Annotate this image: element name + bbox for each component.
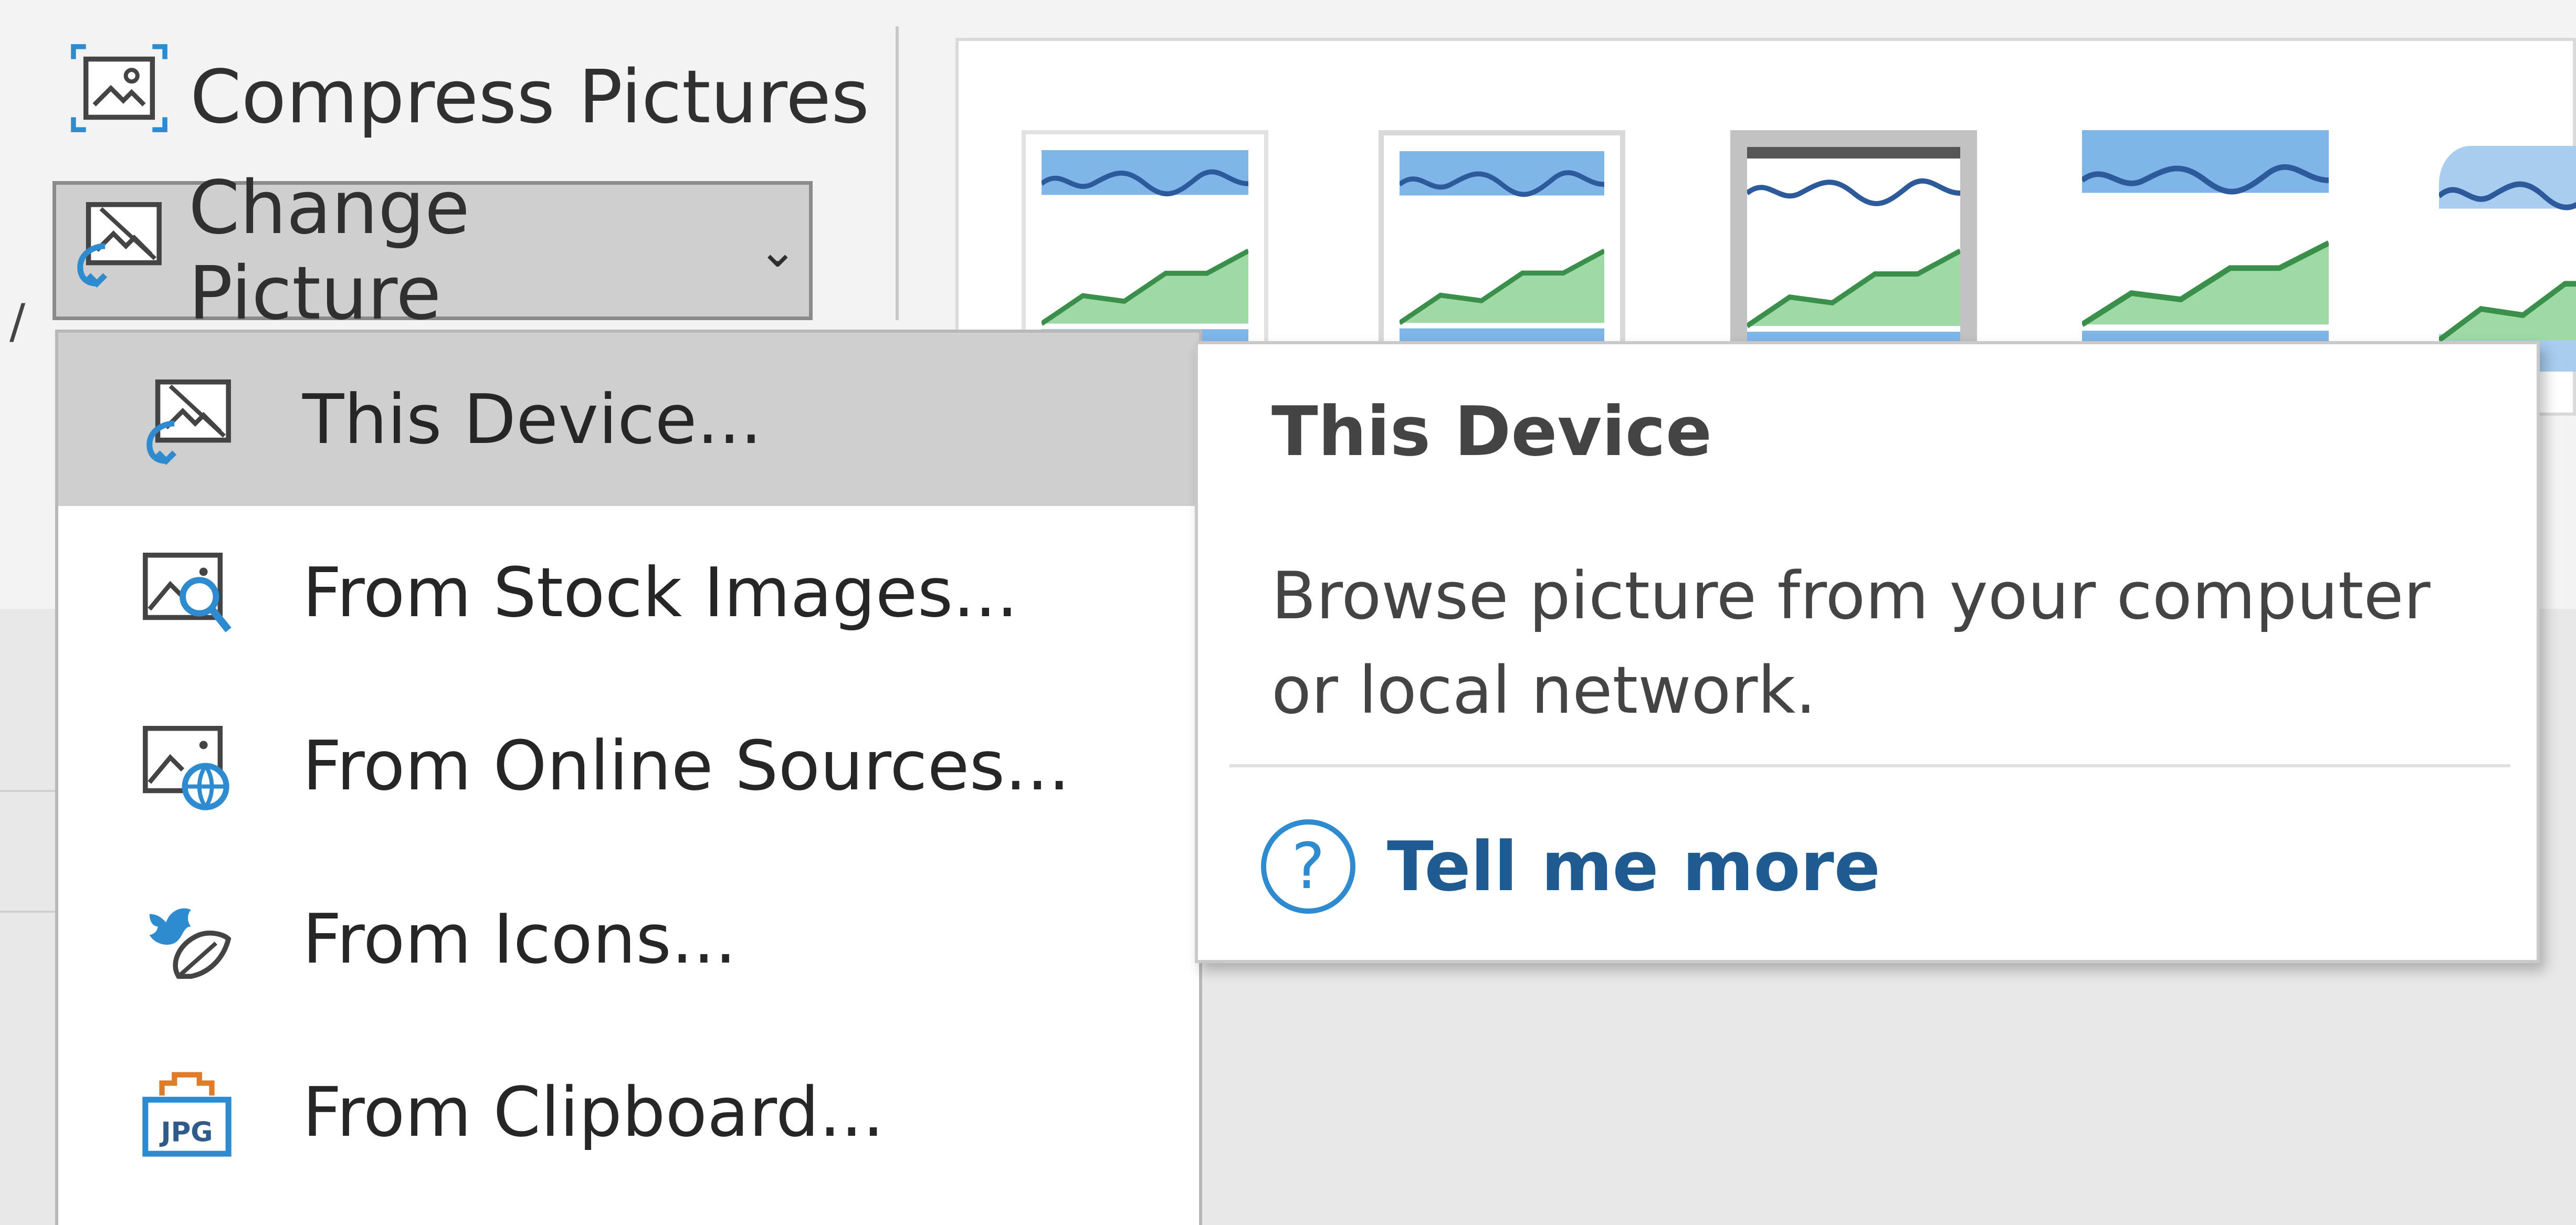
tooltip-divider bbox=[1229, 764, 2510, 767]
landscape-thumbnail-icon bbox=[2439, 146, 2576, 372]
menu-item-label: From Clipboard... bbox=[302, 1072, 885, 1152]
icons-icon bbox=[137, 889, 237, 989]
tooltip-title: This Device bbox=[1271, 392, 1712, 471]
picture-style-shadow[interactable] bbox=[2082, 130, 2329, 372]
clipboard-jpg-icon: JPG bbox=[137, 1062, 237, 1162]
menu-item-label: This Device... bbox=[302, 379, 762, 459]
ribbon-gridline bbox=[0, 911, 63, 913]
ribbon-clipped-mark: / bbox=[9, 294, 26, 349]
change-picture-icon bbox=[68, 195, 167, 307]
jpg-badge: JPG bbox=[159, 1116, 213, 1148]
landscape-thumbnail-icon bbox=[1042, 150, 1248, 352]
menu-item-stock-images[interactable]: From Stock Images... bbox=[58, 506, 1199, 679]
compress-pictures-icon bbox=[69, 41, 169, 153]
picture-style-rounded[interactable] bbox=[2439, 130, 2576, 372]
ribbon-group-divider bbox=[896, 26, 899, 320]
change-picture-button[interactable]: Change Picture ⌄ bbox=[52, 165, 813, 336]
menu-item-label: From Online Sources... bbox=[302, 726, 1070, 806]
change-picture-menu: This Device... From Stock Images... From bbox=[55, 330, 1202, 1225]
chevron-down-icon: ⌄ bbox=[758, 223, 797, 278]
tell-me-more-label: Tell me more bbox=[1387, 827, 1880, 906]
picture-style-thick-frame[interactable] bbox=[1379, 130, 1625, 372]
stock-images-icon bbox=[137, 543, 237, 642]
landscape-thumbnail-icon bbox=[2082, 130, 2329, 356]
tell-me-more-link[interactable]: ? Tell me more bbox=[1261, 819, 1880, 914]
menu-item-label: From Stock Images... bbox=[302, 553, 1018, 632]
this-device-tooltip: This Device Browse picture from your com… bbox=[1195, 341, 2540, 963]
tooltip-description: Browse picture from your computer or loc… bbox=[1271, 558, 2431, 728]
menu-item-label: From Icons... bbox=[302, 899, 737, 979]
compress-pictures-button[interactable]: Compress Pictures bbox=[63, 42, 876, 152]
landscape-thumbnail-icon bbox=[1747, 147, 1960, 355]
menu-item-this-device[interactable]: This Device... bbox=[58, 333, 1199, 506]
landscape-thumbnail-icon bbox=[1400, 151, 1604, 351]
device-picture-icon bbox=[137, 369, 237, 469]
ribbon-gridline bbox=[0, 790, 63, 792]
compress-pictures-label: Compress Pictures bbox=[190, 54, 870, 140]
menu-item-icons[interactable]: From Icons... bbox=[58, 852, 1199, 1026]
menu-item-clipboard[interactable]: JPG From Clipboard... bbox=[58, 1026, 1199, 1199]
help-question-icon: ? bbox=[1261, 819, 1355, 914]
menu-item-online-sources[interactable]: From Online Sources... bbox=[58, 679, 1199, 852]
picture-style-gray-frame[interactable] bbox=[1730, 130, 1977, 372]
online-sources-icon bbox=[137, 716, 237, 816]
change-picture-label: Change Picture bbox=[188, 165, 470, 336]
